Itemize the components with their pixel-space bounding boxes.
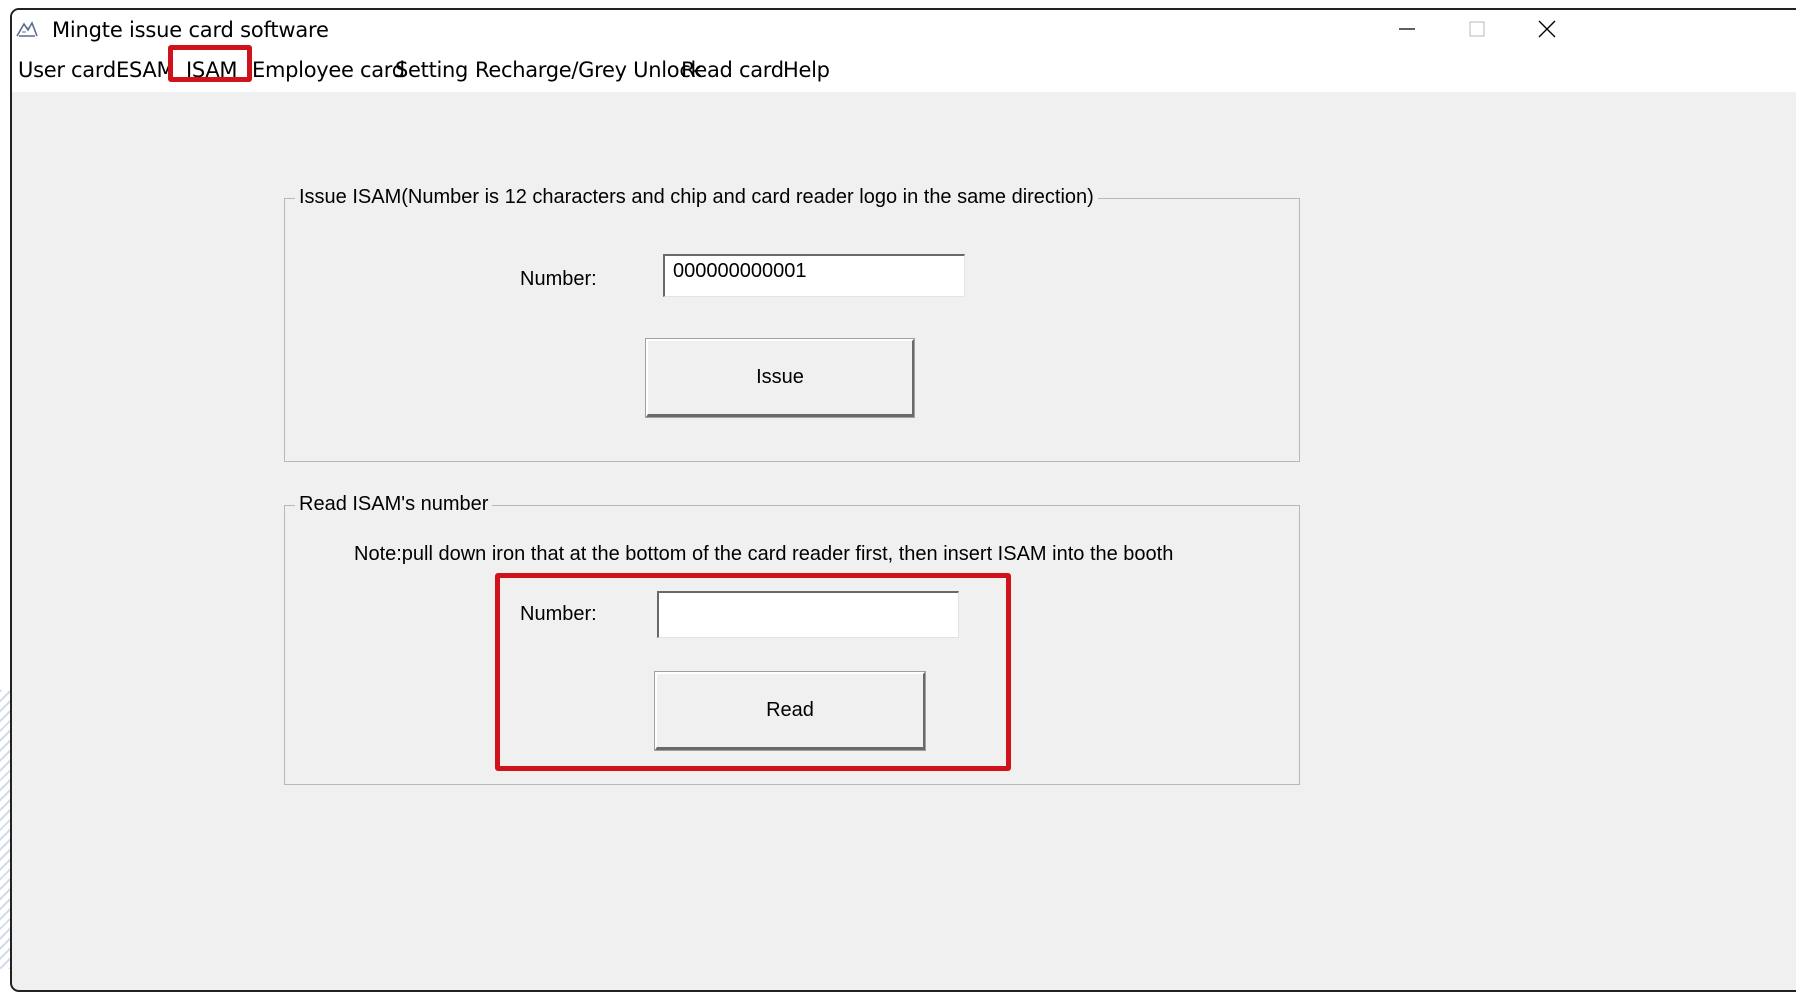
app-logo-icon (16, 21, 38, 37)
app-window: Mingte issue card software User card ESA… (10, 8, 1796, 992)
minimize-button[interactable] (1368, 10, 1446, 48)
read-note-text: Note:pull down iron that at the bottom o… (354, 543, 1174, 565)
menu-setting[interactable]: Setting (395, 58, 468, 82)
close-button[interactable] (1508, 10, 1586, 48)
menu-help[interactable]: Help (783, 58, 830, 82)
read-section-highlight (495, 573, 1011, 771)
issue-number-input[interactable]: 000000000001 (663, 254, 965, 297)
menu-employee-card[interactable]: Employee card (252, 58, 405, 82)
read-isam-group-title: Read ISAM's number (295, 493, 493, 516)
menu-read-card[interactable]: Read card (681, 58, 784, 82)
close-icon (1538, 20, 1556, 38)
menu-esam[interactable]: ESAM (116, 58, 175, 82)
minimize-icon (1399, 28, 1415, 30)
issue-isam-group: Issue ISAM(Number is 12 characters and c… (284, 186, 1300, 462)
maximize-icon (1469, 21, 1485, 37)
menu-bar: User card ESAM ISAM Employee card Settin… (12, 48, 1796, 92)
isam-menu-highlight (168, 45, 252, 82)
title-bar: Mingte issue card software (12, 10, 1796, 48)
issue-number-label: Number: (520, 268, 597, 290)
issue-isam-group-title: Issue ISAM(Number is 12 characters and c… (295, 186, 1098, 209)
issue-button[interactable]: Issue (645, 338, 915, 418)
maximize-button[interactable] (1438, 10, 1516, 48)
menu-recharge-unlock[interactable]: Recharge/Grey Unlock (475, 58, 703, 82)
menu-user-card[interactable]: User card (18, 58, 116, 82)
window-title: Mingte issue card software (52, 18, 329, 42)
